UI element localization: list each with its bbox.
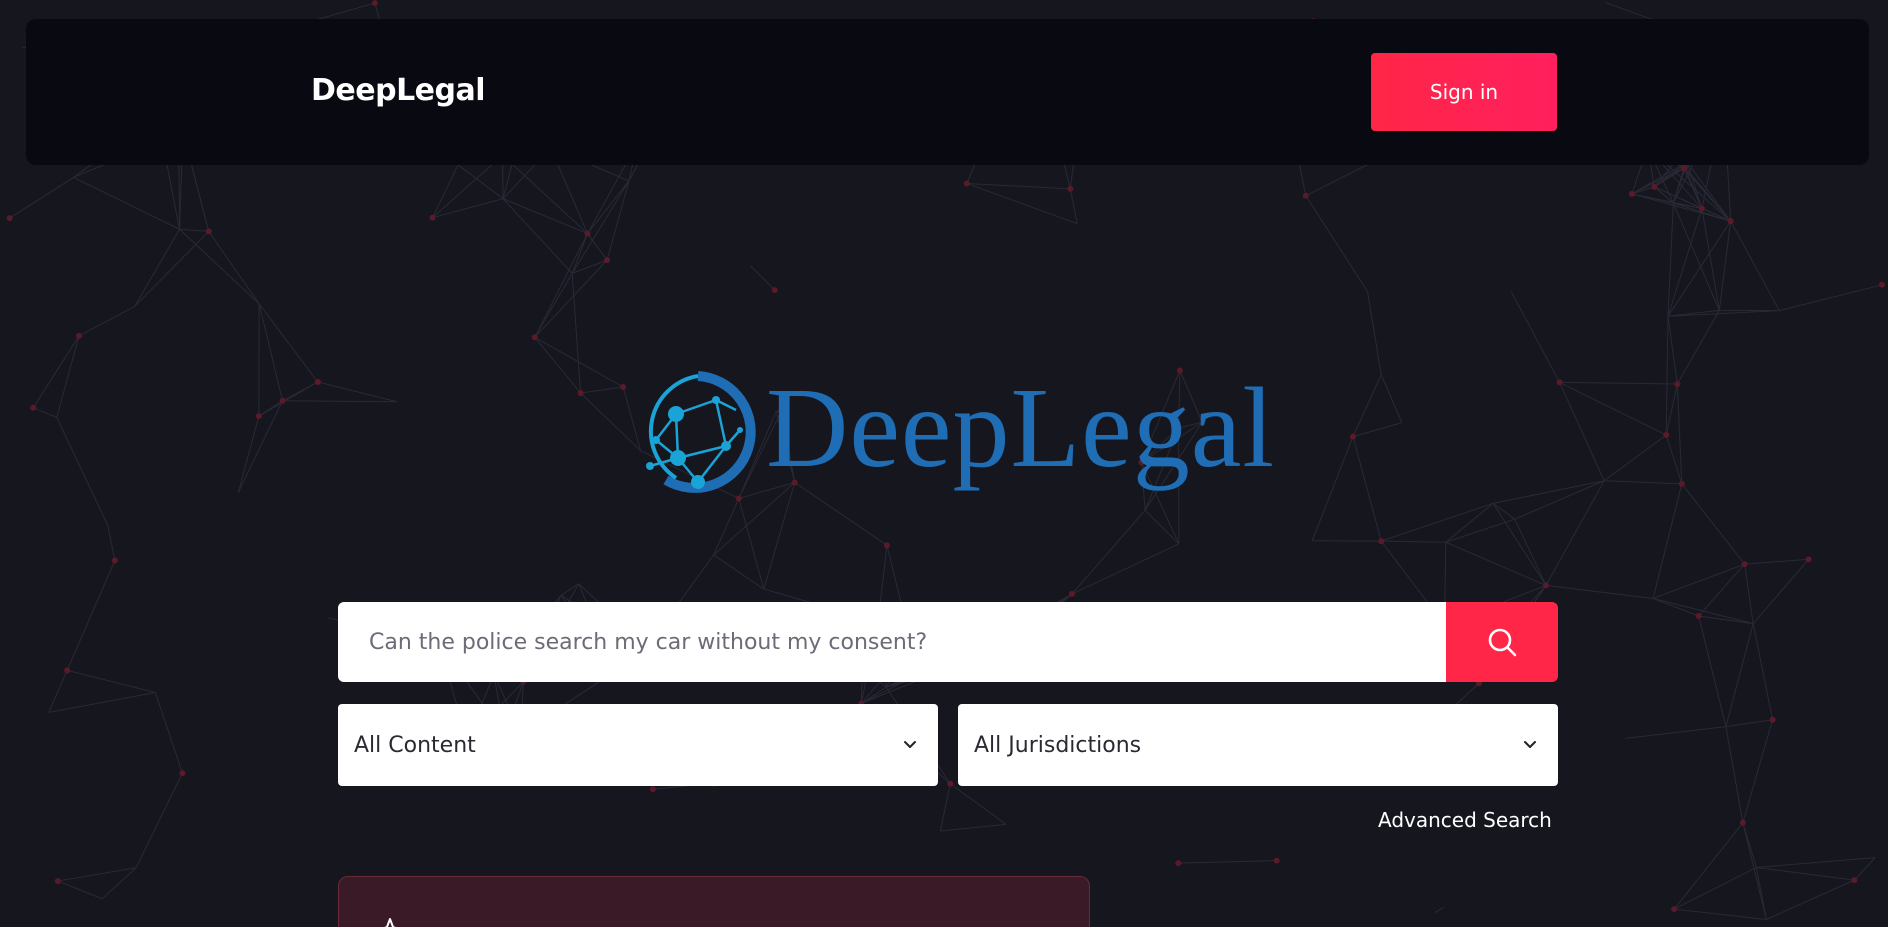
brand-name[interactable]: DeepLegal [311, 73, 486, 108]
chevron-down-icon [1524, 741, 1536, 748]
network-node [1695, 612, 1702, 619]
network-node [1678, 480, 1685, 487]
network-node [54, 878, 61, 885]
network-node [429, 214, 436, 221]
network-node [279, 397, 286, 404]
network-node [883, 542, 890, 549]
network-node [30, 404, 37, 411]
network-node [1671, 906, 1678, 913]
content-type-select[interactable]: All Content [338, 704, 938, 786]
network-node [947, 780, 954, 787]
top-navbar [26, 19, 1869, 165]
network-node [314, 378, 321, 385]
network-node [1350, 433, 1357, 440]
logo-wordmark: DeepLegal [766, 364, 1276, 491]
network-node [1674, 381, 1681, 388]
network-node [1878, 281, 1885, 288]
network-node [1851, 877, 1858, 884]
network-node [1727, 218, 1734, 225]
deeplegal-logo: DeepLegal [636, 368, 1274, 504]
network-node [1805, 556, 1812, 563]
network-node [584, 230, 591, 237]
network-node [963, 180, 970, 187]
network-node [1769, 716, 1776, 723]
network-node [531, 334, 538, 341]
network-node [1543, 582, 1550, 589]
network-node [1741, 561, 1748, 568]
network-node [1681, 164, 1688, 171]
network-node [1556, 379, 1563, 386]
network-node [604, 257, 611, 264]
search-icon [1488, 628, 1517, 657]
search-box [338, 602, 1446, 682]
page: DeepLegal Sign in DeepLegal Can the poli… [0, 0, 1888, 927]
network-node [1651, 183, 1658, 190]
network-node [1663, 432, 1670, 439]
network-node [111, 557, 118, 564]
network-node [1378, 538, 1385, 545]
network-node [649, 786, 656, 793]
jurisdiction-selected: All Jurisdictions [974, 732, 1142, 758]
network-node [1273, 857, 1280, 864]
network-node [1698, 205, 1705, 212]
network-node [1628, 190, 1635, 197]
network-node [76, 332, 83, 339]
search-button[interactable] [1446, 602, 1558, 682]
network-node [1068, 590, 1075, 597]
network-node [255, 413, 262, 420]
content-type-selected: All Content [354, 732, 476, 758]
network-node [205, 228, 212, 235]
network-node [620, 383, 627, 390]
network-node [577, 390, 584, 397]
chevron-down-icon [904, 741, 916, 748]
search-input[interactable] [367, 621, 1431, 663]
network-node [1067, 185, 1074, 192]
network-node [64, 667, 71, 674]
network-node [179, 770, 186, 777]
promo-card[interactable] [338, 876, 1090, 927]
network-node [6, 215, 13, 222]
network-node [1175, 860, 1182, 867]
network-node [1739, 819, 1746, 826]
advanced-search-link[interactable]: Advanced Search [1378, 808, 1552, 832]
logo-globe-icon [646, 371, 756, 493]
network-node [371, 0, 378, 7]
jurisdiction-select[interactable]: All Jurisdictions [958, 704, 1558, 786]
sign-in-button[interactable]: Sign in [1371, 53, 1557, 131]
network-node [771, 287, 778, 294]
sparkle-icon [384, 918, 396, 927]
network-node [1302, 192, 1309, 199]
